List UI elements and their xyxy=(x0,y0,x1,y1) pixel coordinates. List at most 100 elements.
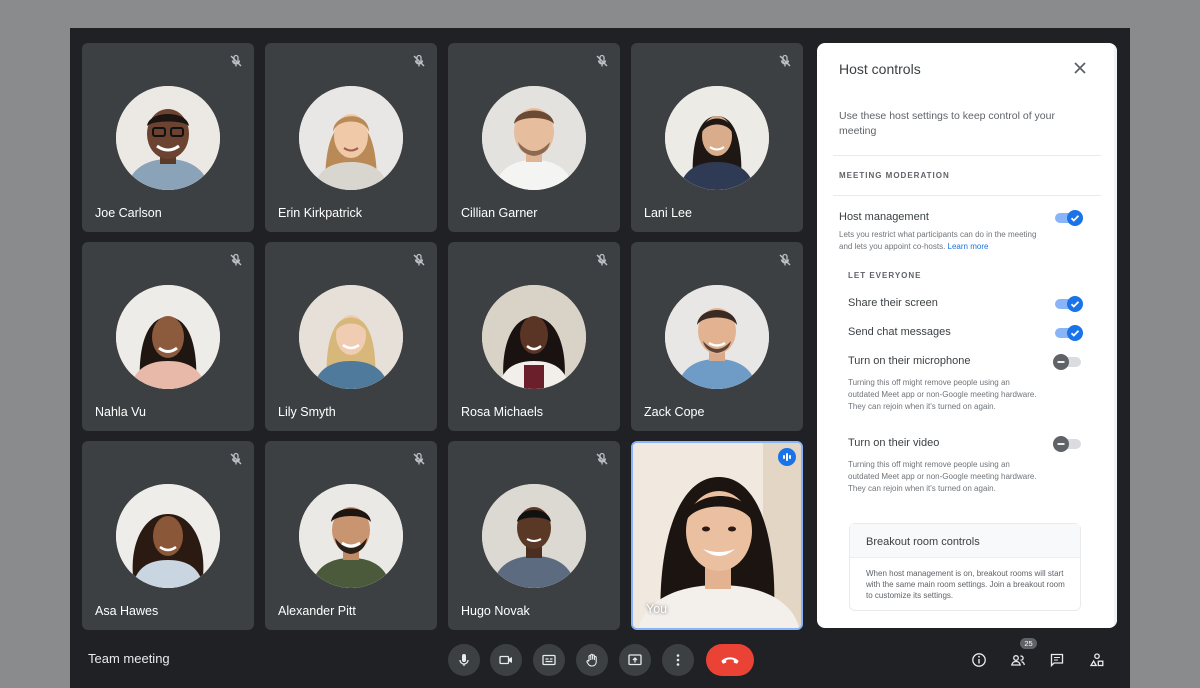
avatar xyxy=(116,285,220,389)
close-icon[interactable] xyxy=(1071,59,1089,77)
panel-description: Use these host settings to keep control … xyxy=(839,110,1055,137)
avatar xyxy=(116,484,220,588)
mic-off-icon xyxy=(230,54,242,67)
participant-name: Cillian Garner xyxy=(461,206,538,220)
panel-title: Host controls xyxy=(839,61,921,77)
share-screen-toggle[interactable] xyxy=(1053,295,1083,312)
avatar xyxy=(482,86,586,190)
learn-more-link[interactable]: Learn more xyxy=(948,242,989,251)
present-icon xyxy=(628,654,642,666)
avatar xyxy=(299,86,403,190)
raise-hand-button[interactable] xyxy=(576,644,608,676)
mic-off-icon xyxy=(413,452,425,465)
chat-icon xyxy=(1050,653,1064,668)
people-button[interactable] xyxy=(1005,647,1031,673)
participant-tile[interactable]: Alexander Pitt xyxy=(265,441,437,630)
setting-chat-label: Send chat messages xyxy=(848,326,951,338)
info-icon xyxy=(972,653,986,667)
setting-video-label: Turn on their video xyxy=(848,437,940,449)
participant-tile[interactable]: Nahla Vu xyxy=(82,242,254,431)
participant-name: Joe Carlson xyxy=(95,206,162,220)
meeting-info-button[interactable] xyxy=(966,647,992,673)
minus-icon xyxy=(1057,443,1065,445)
self-video xyxy=(633,443,801,627)
breakout-room-controls-card[interactable]: Breakout room controls When host managem… xyxy=(849,523,1081,611)
participant-name: Hugo Novak xyxy=(461,604,530,618)
mic-off-icon xyxy=(230,452,242,465)
participant-name: Nahla Vu xyxy=(95,405,146,419)
camera-button[interactable] xyxy=(490,644,522,676)
participant-tile[interactable]: Asa Hawes xyxy=(82,441,254,630)
mic-off-icon xyxy=(779,54,791,67)
breakout-title: Breakout room controls xyxy=(850,524,1080,558)
avatar xyxy=(299,285,403,389)
captions-button[interactable] xyxy=(533,644,565,676)
section-label-let-everyone: LET EVERYONE xyxy=(848,271,922,280)
meeting-title: Team meeting xyxy=(88,651,170,666)
camera-icon xyxy=(499,655,512,665)
participant-name: Alexander Pitt xyxy=(278,604,356,618)
setting-share-screen-label: Share their screen xyxy=(848,297,938,309)
chat-button[interactable] xyxy=(1044,647,1070,673)
participant-tile[interactable]: Lani Lee xyxy=(631,43,803,232)
end-call-icon xyxy=(721,656,739,664)
participant-tile[interactable]: Lily Smyth xyxy=(265,242,437,431)
microphone-toggle[interactable] xyxy=(1053,353,1083,370)
participant-name: You xyxy=(646,602,668,616)
activities-icon xyxy=(1089,653,1104,667)
participant-tile[interactable]: Cillian Garner xyxy=(448,43,620,232)
more-options-button[interactable] xyxy=(662,644,694,676)
host-management-toggle[interactable] xyxy=(1053,209,1083,226)
captions-icon xyxy=(542,654,556,666)
mic-off-icon xyxy=(413,253,425,266)
microphone-description: Turning this off might remove people usi… xyxy=(848,378,1037,411)
microphone-button[interactable] xyxy=(448,644,480,676)
video-toggle[interactable] xyxy=(1053,435,1083,452)
check-icon xyxy=(1070,301,1080,308)
host-controls-panel: Host controls Use these host settings to… xyxy=(817,43,1117,628)
check-icon xyxy=(1070,330,1080,337)
setting-microphone-label: Turn on their microphone xyxy=(848,355,971,367)
participant-tile[interactable]: Rosa Michaels xyxy=(448,242,620,431)
end-call-button[interactable] xyxy=(706,644,754,676)
present-button[interactable] xyxy=(619,644,651,676)
participant-tile[interactable]: Joe Carlson xyxy=(82,43,254,232)
avatar xyxy=(665,285,769,389)
section-label-meeting-moderation: MEETING MODERATION xyxy=(839,171,950,180)
participant-name: Rosa Michaels xyxy=(461,405,543,419)
meet-window: Joe Carlson Erin Kirkpatrick Cillian Gar… xyxy=(70,28,1130,688)
check-icon xyxy=(1070,215,1080,222)
participant-tile[interactable]: Zack Cope xyxy=(631,242,803,431)
more-options-icon xyxy=(676,654,680,666)
people-icon xyxy=(1011,655,1025,666)
participant-tile[interactable]: Erin Kirkpatrick xyxy=(265,43,437,232)
minus-icon xyxy=(1057,361,1065,363)
speaking-indicator-icon xyxy=(778,448,796,466)
participant-tile[interactable]: Hugo Novak xyxy=(448,441,620,630)
avatar xyxy=(482,285,586,389)
breakout-text: When host management is on, breakout roo… xyxy=(866,569,1065,600)
participant-name: Erin Kirkpatrick xyxy=(278,206,363,220)
avatar xyxy=(299,484,403,588)
mic-off-icon xyxy=(779,253,791,266)
participant-name: Asa Hawes xyxy=(95,604,159,618)
mic-off-icon xyxy=(596,54,608,67)
chat-messages-toggle[interactable] xyxy=(1053,324,1083,341)
activities-button[interactable] xyxy=(1084,647,1110,673)
avatar xyxy=(116,86,220,190)
self-view-tile[interactable]: You xyxy=(631,441,803,630)
participant-count-badge: 25 xyxy=(1020,638,1037,649)
panel-scrollbar[interactable] xyxy=(1114,43,1117,628)
mic-off-icon xyxy=(596,452,608,465)
participant-grid: Joe Carlson Erin Kirkpatrick Cillian Gar… xyxy=(82,43,804,631)
video-description: Turning this off might remove people usi… xyxy=(848,460,1037,493)
raise-hand-icon xyxy=(586,653,597,667)
avatar xyxy=(482,484,586,588)
participant-name: Zack Cope xyxy=(644,405,705,419)
mic-off-icon xyxy=(596,253,608,266)
participant-name: Lily Smyth xyxy=(278,405,336,419)
mic-off-icon xyxy=(230,253,242,266)
divider xyxy=(833,155,1101,156)
mic-off-icon xyxy=(413,54,425,67)
participant-name: Lani Lee xyxy=(644,206,692,220)
